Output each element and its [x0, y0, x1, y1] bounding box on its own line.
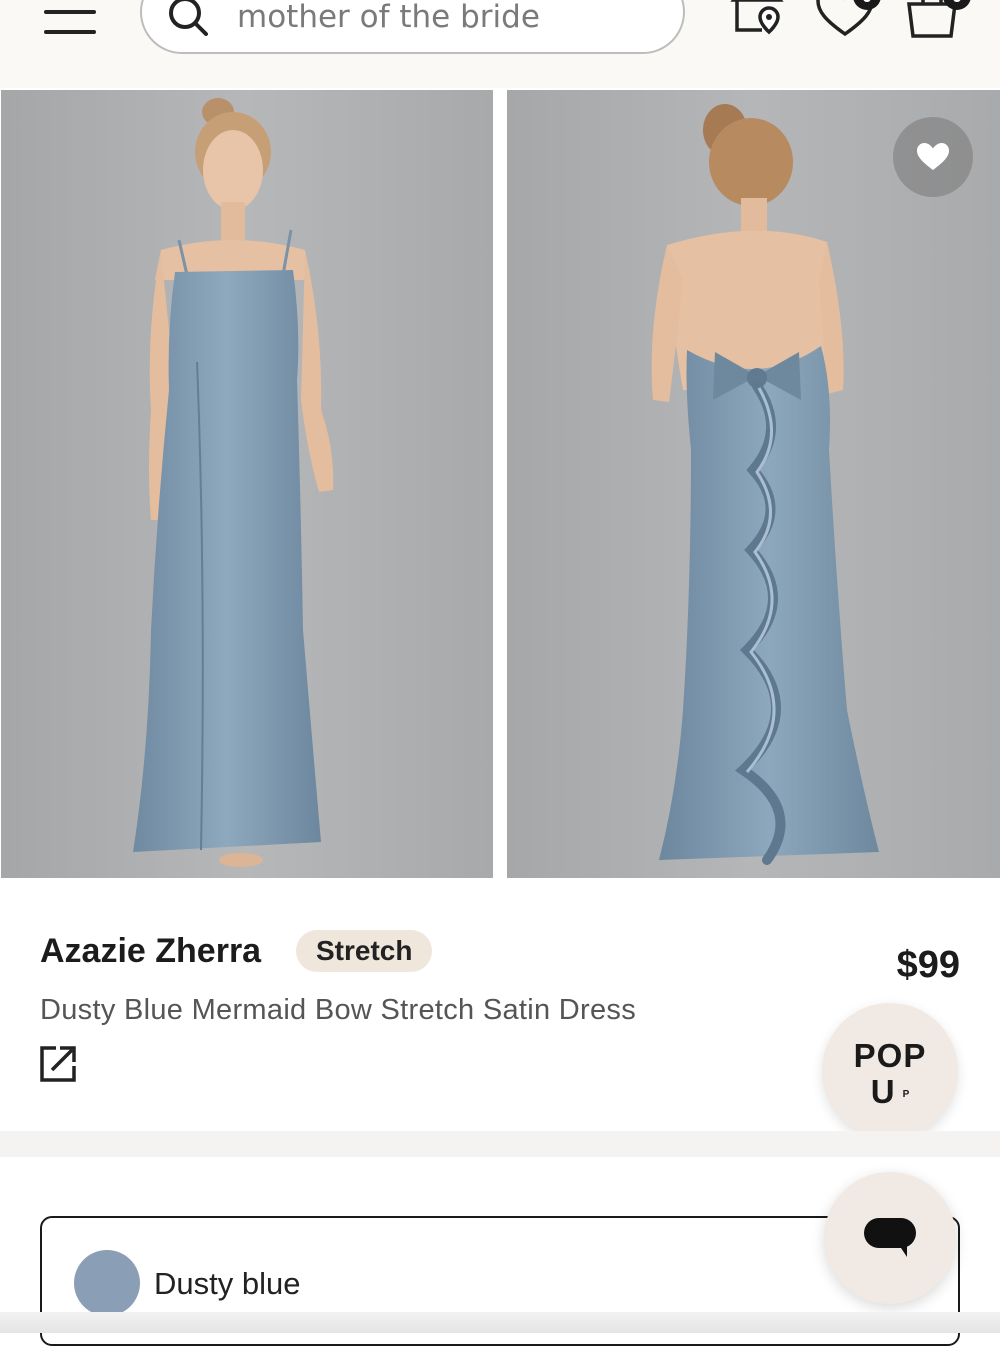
menu-icon[interactable] [44, 8, 98, 36]
popup-promo-button[interactable]: POP UP [822, 1003, 958, 1139]
color-swatch-dusty-blue [74, 1250, 140, 1316]
chat-bubble-icon [864, 1218, 916, 1257]
product-image-front[interactable] [1, 90, 493, 878]
heart-filled-icon [917, 143, 949, 170]
top-header: mother of the bride 0 0 [0, 0, 1000, 88]
popup-sub-text: P [902, 1088, 910, 1100]
product-price: $99 [896, 944, 960, 986]
favorite-button[interactable] [893, 117, 973, 197]
back-dress-illustration [651, 104, 879, 865]
search-icon [169, 0, 208, 36]
wishlist-button[interactable]: 0 [815, 0, 881, 42]
product-image-back[interactable] [507, 90, 1000, 878]
store-locator-icon[interactable] [728, 0, 786, 38]
search-input[interactable]: mother of the bride [140, 0, 685, 54]
bottom-edge [0, 1312, 1000, 1333]
front-dress-illustration [133, 98, 334, 867]
popup-text-line2: UP [822, 1073, 958, 1111]
search-query-text: mother of the bride [237, 0, 540, 35]
bag-button[interactable]: 0 [905, 0, 975, 42]
product-brand[interactable]: Azazie Zherra [40, 932, 261, 971]
popup-text-line2-main: U [870, 1073, 895, 1110]
product-name: Dusty Blue Mermaid Bow Stretch Satin Dre… [40, 994, 637, 1026]
stretch-tag: Stretch [296, 930, 433, 972]
external-link-icon[interactable] [38, 1044, 78, 1084]
chat-button[interactable] [824, 1172, 956, 1304]
section-divider [0, 1131, 1000, 1157]
popup-text-line1: POP [853, 1037, 927, 1074]
color-label: Dusty blue [154, 1266, 301, 1301]
